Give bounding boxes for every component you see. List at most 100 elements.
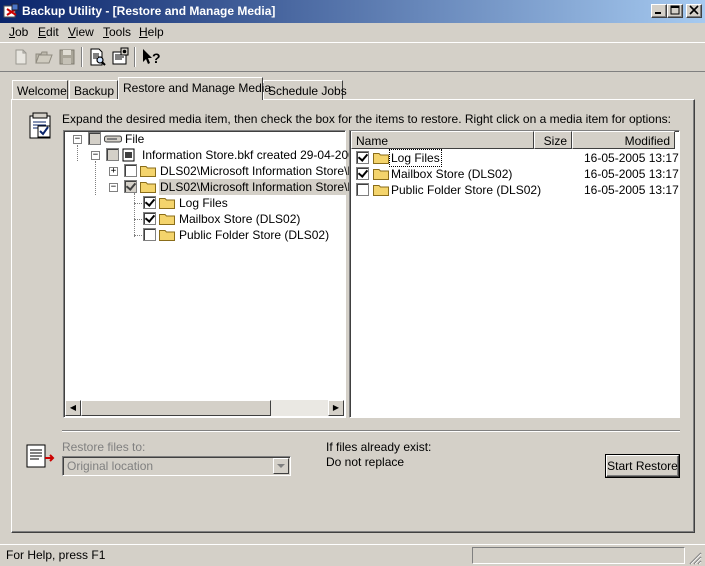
list-item-modified: 16-05-2005 13:17 bbox=[584, 151, 679, 165]
scroll-thumb[interactable] bbox=[81, 400, 271, 416]
tree-node-label: File bbox=[125, 132, 145, 146]
folder-icon bbox=[140, 166, 156, 177]
list-checkbox[interactable] bbox=[356, 151, 369, 164]
svg-text:?: ? bbox=[152, 50, 161, 66]
list-item-name: Mailbox Store (DLS02) bbox=[391, 167, 513, 181]
file-media-icon bbox=[104, 135, 122, 143]
folder-icon bbox=[140, 182, 156, 193]
print-preview-icon bbox=[90, 48, 106, 66]
menu-job[interactable]: Job bbox=[9, 25, 28, 39]
tree-node-label: Public Folder Store (DLS02) bbox=[179, 228, 330, 242]
tree-node-backup-set-selected[interactable]: − DLS02\Microsoft Information Store\Fir bbox=[64, 179, 363, 195]
media-contents-list[interactable]: Name Size Modified Log Files 16-05-2005 … bbox=[349, 130, 680, 418]
folder-icon bbox=[373, 185, 389, 196]
tree-checkbox[interactable] bbox=[106, 148, 119, 161]
print-preview-button[interactable] bbox=[86, 46, 108, 68]
media-tree[interactable]: − File − Information Store.bkf created 2… bbox=[63, 130, 371, 418]
tree-node-file[interactable]: − File bbox=[64, 131, 344, 147]
restore-to-label: Restore files to: bbox=[62, 440, 146, 454]
menu-tools[interactable]: Tools bbox=[103, 25, 131, 39]
tree-node-backup-set[interactable]: + DLS02\Microsoft Information Store\Fir bbox=[64, 163, 361, 179]
dropdown-button[interactable] bbox=[273, 458, 289, 474]
collapse-icon[interactable]: − bbox=[91, 151, 100, 160]
backup-file-icon bbox=[122, 148, 135, 162]
tree-checkbox[interactable] bbox=[88, 132, 101, 145]
open-icon bbox=[35, 51, 53, 64]
expand-icon[interactable]: + bbox=[109, 167, 118, 176]
tree-node-label: Log Files bbox=[179, 196, 228, 210]
menu-edit[interactable]: Edit bbox=[38, 25, 59, 39]
close-icon bbox=[689, 5, 699, 15]
tree-node-mailbox-store[interactable]: Mailbox Store (DLS02) bbox=[64, 211, 344, 227]
menu-bar: Job Edit View Tools Help bbox=[0, 23, 705, 41]
chevron-down-icon bbox=[277, 464, 285, 468]
list-row[interactable]: Log Files 16-05-2005 13:17 bbox=[350, 149, 679, 167]
scroll-left-button[interactable]: ◀ bbox=[65, 400, 81, 416]
column-header-modified[interactable]: Modified bbox=[572, 131, 675, 149]
restore-files-icon bbox=[26, 444, 55, 468]
options-button[interactable] bbox=[109, 46, 131, 68]
folder-icon bbox=[373, 169, 389, 180]
folder-icon bbox=[159, 198, 175, 209]
list-item-name: Public Folder Store (DLS02) bbox=[391, 183, 542, 197]
column-header-size[interactable]: Size bbox=[534, 131, 572, 149]
status-bar: For Help, press F1 bbox=[0, 544, 705, 566]
toolbar: ? bbox=[0, 42, 705, 72]
backup-utility-icon bbox=[3, 3, 19, 18]
title-bar[interactable]: Backup Utility - [Restore and Manage Med… bbox=[0, 0, 705, 23]
tab-panel: Expand the desired media item, then chec… bbox=[11, 99, 695, 533]
minimize-button[interactable] bbox=[651, 4, 667, 18]
if-exists-value: Do not replace bbox=[326, 455, 405, 469]
tree-checkbox[interactable] bbox=[124, 180, 137, 193]
if-exists-label: If files already exist: bbox=[326, 440, 432, 454]
section-divider bbox=[62, 430, 680, 432]
close-button[interactable] bbox=[686, 4, 702, 18]
new-job-button[interactable] bbox=[10, 46, 32, 68]
tree-node-public-folder-store[interactable]: Public Folder Store (DLS02) bbox=[64, 227, 344, 243]
new-icon bbox=[15, 49, 27, 65]
list-checkbox[interactable] bbox=[356, 167, 369, 180]
restore-to-dropdown[interactable]: Original location bbox=[62, 456, 291, 476]
toolbar-separator bbox=[134, 47, 136, 67]
menu-help[interactable]: Help bbox=[139, 25, 164, 39]
tree-horizontal-scrollbar[interactable]: ◀ ▶ bbox=[65, 400, 344, 416]
status-panel bbox=[472, 547, 685, 564]
tree-node-label: DLS02\Microsoft Information Store\Fir bbox=[160, 164, 362, 178]
start-restore-button[interactable]: Start Restore bbox=[606, 455, 679, 477]
tree-node-log-files[interactable]: Log Files bbox=[64, 195, 344, 211]
open-button[interactable] bbox=[33, 46, 55, 68]
folder-icon bbox=[373, 153, 389, 164]
save-button[interactable] bbox=[56, 46, 78, 68]
menu-view[interactable]: View bbox=[68, 25, 94, 39]
scroll-right-button[interactable]: ▶ bbox=[328, 400, 344, 416]
restore-wizard-icon bbox=[29, 112, 51, 139]
list-checkbox[interactable] bbox=[356, 183, 369, 196]
tree-node-label: Mailbox Store (DLS02) bbox=[179, 212, 301, 226]
tree-checkbox[interactable] bbox=[143, 212, 156, 225]
collapse-icon[interactable]: − bbox=[109, 183, 118, 192]
tab-welcome[interactable]: Welcome bbox=[12, 80, 68, 100]
list-row[interactable]: Mailbox Store (DLS02) 16-05-2005 13:17 bbox=[350, 166, 679, 182]
maximize-icon bbox=[670, 5, 680, 15]
list-row[interactable]: Public Folder Store (DLS02) 16-05-2005 1… bbox=[350, 182, 679, 198]
window-title: Backup Utility - [Restore and Manage Med… bbox=[22, 4, 276, 18]
tree-checkbox[interactable] bbox=[143, 228, 156, 241]
tab-backup[interactable]: Backup bbox=[69, 80, 118, 100]
collapse-icon[interactable]: − bbox=[73, 135, 82, 144]
column-header-name[interactable]: Name bbox=[351, 131, 534, 149]
save-icon bbox=[59, 49, 75, 65]
tree-checkbox[interactable] bbox=[124, 164, 137, 177]
tree-node-label: Information Store.bkf created 29-04-2005… bbox=[142, 148, 372, 162]
tab-restore-and-manage-media[interactable]: Restore and Manage Media bbox=[118, 77, 271, 100]
whats-this-help-button[interactable]: ? bbox=[140, 46, 162, 68]
tab-schedule-jobs[interactable]: Schedule Jobs bbox=[263, 80, 347, 100]
restore-to-value: Original location bbox=[67, 459, 154, 473]
tree-node-media[interactable]: − Information Store.bkf created 29-04-20… bbox=[64, 147, 371, 163]
resize-grip-icon[interactable] bbox=[689, 552, 702, 565]
options-icon bbox=[112, 47, 129, 65]
instructions-text: Expand the desired media item, then chec… bbox=[62, 112, 671, 126]
folder-icon bbox=[159, 230, 175, 241]
list-item-name: Log Files bbox=[389, 149, 442, 167]
maximize-button[interactable] bbox=[667, 4, 683, 18]
tree-checkbox[interactable] bbox=[143, 196, 156, 209]
